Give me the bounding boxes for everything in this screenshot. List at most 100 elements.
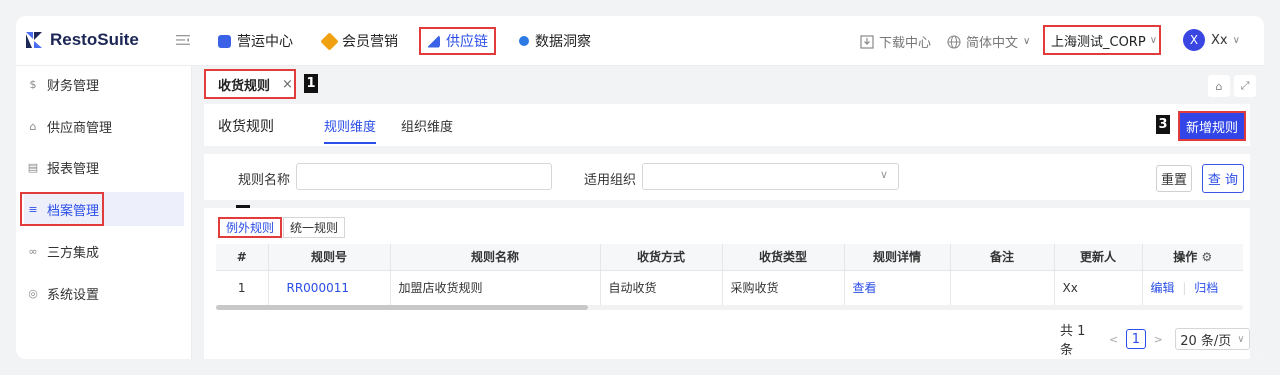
org-select[interactable]: 上海测试_CORP ∨ (1043, 25, 1161, 55)
cell-rule-name: 加盟店收货规则 (390, 270, 601, 305)
gear-icon[interactable]: ⚙ (1201, 250, 1212, 264)
query-button[interactable]: 查 询 (1202, 164, 1244, 193)
filter-bar: 规则名称 适用组织 ∨ 重置 查 询 (204, 154, 1250, 200)
sidebar-item-supplier[interactable]: ⌂ 供应商管理 (24, 109, 184, 143)
archive-link[interactable]: 归档 (1194, 281, 1218, 295)
tab-exception-rules[interactable]: 例外规则 (218, 217, 283, 238)
pagination: 共 1 条 < 1 > 20 条/页 ∨ (1060, 320, 1250, 358)
col-updater: 更新人 (1054, 244, 1143, 271)
chevron-down-icon: ∨ (1237, 333, 1245, 345)
chevron-down-icon: ∨ (879, 168, 888, 181)
nav-operations[interactable]: 营运中心 (218, 30, 293, 52)
col-method: 收货方式 (600, 244, 723, 271)
chevron-down-icon: ∨ (1232, 34, 1240, 46)
scrollbar-thumb[interactable] (216, 305, 588, 310)
user-menu[interactable]: X Xx ∨ (1183, 29, 1240, 51)
supply-chain-icon (427, 34, 440, 48)
download-center[interactable]: 下载中心 (860, 32, 931, 51)
top-nav: RestoSuite 营运中心 会员营销 供应链 数据洞察 下载中心 简体中文 … (16, 16, 1264, 66)
globe-icon (947, 34, 961, 49)
collapse-sidebar-icon[interactable] (176, 34, 190, 46)
close-icon[interactable]: × (282, 77, 293, 92)
download-center-label: 下载中心 (879, 36, 932, 51)
sidebar-item-report[interactable]: ▤ 报表管理 (24, 150, 184, 184)
cell-index: 1 (216, 270, 269, 305)
sidebar-item-label: 系统设置 (47, 287, 100, 303)
tab-org-dimension[interactable]: 组织维度 (401, 116, 453, 135)
reset-button[interactable]: 重置 (1156, 165, 1192, 192)
nav-data-insight[interactable]: 数据洞察 (519, 30, 591, 52)
rule-name-input[interactable] (296, 163, 552, 190)
table-header-row: # 规则号 规则名称 收货方式 收货类型 规则详情 备注 更新人 操作 ⚙ (216, 244, 1243, 271)
rule-no-link[interactable]: RR000011 (287, 281, 349, 295)
app-frame: RestoSuite 营运中心 会员营销 供应链 数据洞察 下载中心 简体中文 … (16, 16, 1264, 359)
user-name: Xx (1211, 32, 1228, 48)
sidebar-item-label: 报表管理 (47, 161, 100, 177)
tab-rule-dimension[interactable]: 规则维度 (324, 116, 377, 144)
brand-logo[interactable]: RestoSuite (24, 30, 139, 50)
sidebar-item-settings[interactable]: ◎ 系统设置 (24, 276, 184, 310)
col-remark: 备注 (950, 244, 1055, 271)
nav-supply-chain-label: 供应链 (446, 34, 488, 50)
cell-remark (950, 270, 1055, 305)
org-label: 上海测试_CORP (1051, 34, 1146, 50)
col-actions: 操作 ⚙ (1142, 244, 1243, 271)
nav-member-marketing[interactable]: 会员营销 (320, 30, 398, 52)
nav-supply-chain[interactable]: 供应链 (419, 27, 496, 55)
cell-type: 采购收货 (722, 270, 845, 305)
org-filter-label: 适用组织 (584, 173, 637, 188)
page-number-current[interactable]: 1 (1126, 329, 1146, 349)
action-divider: | (1182, 281, 1187, 296)
report-icon: ▤ (27, 160, 39, 174)
sidebar: $ 财务管理 ⌂ 供应商管理 ▤ 报表管理 ≡ 档案管理 ∞ 三方集成 ◎ 系统… (16, 66, 192, 359)
table-row: 1 RR000011 加盟店收货规则 自动收货 采购收货 查看 Xx 编辑 | … (216, 270, 1243, 305)
col-type: 收货类型 (722, 244, 845, 271)
page-tab-strip: 收货规则 × 1 ⌂ ⤢ (192, 66, 1264, 104)
horizontal-scrollbar[interactable] (216, 305, 1243, 310)
cell-updater: Xx (1054, 270, 1143, 305)
sidebar-item-archive[interactable]: ≡ 档案管理 (20, 192, 184, 226)
data-insight-icon (519, 36, 529, 46)
step-badge-1: 1 (304, 74, 318, 93)
page-size-label: 20 条/页 (1180, 333, 1232, 349)
cell-method: 自动收货 (600, 270, 723, 305)
page-tab-label: 收货规则 (218, 78, 271, 94)
sidebar-item-label: 供应商管理 (47, 120, 113, 136)
settings-icon: ◎ (28, 286, 38, 300)
col-rule-name: 规则名称 (390, 244, 601, 271)
fullscreen-icon[interactable]: ⤢ (1234, 75, 1256, 97)
add-rule-button[interactable]: 新增规则 (1178, 111, 1246, 141)
org-filter-select[interactable]: ∨ (642, 163, 899, 190)
brand-name: RestoSuite (50, 30, 139, 49)
cell-actions: 编辑 | 归档 (1142, 270, 1243, 305)
rules-table-card: 例外规则 统一规则 # 规则号 规则名称 收货方式 收货类型 规则详情 备注 更… (204, 208, 1250, 359)
rules-table: # 规则号 规则名称 收货方式 收货类型 规则详情 备注 更新人 操作 ⚙ 1 … (216, 244, 1243, 305)
tab-unified-rules[interactable]: 统一规则 (283, 217, 346, 238)
member-icon (320, 31, 339, 51)
chevron-down-icon: ∨ (1149, 34, 1158, 46)
page-size-select[interactable]: 20 条/页 ∨ (1174, 328, 1250, 350)
cell-rule-no: RR000011 (268, 270, 391, 305)
language-label: 简体中文 (966, 36, 1019, 51)
rule-name-label: 规则名称 (238, 173, 291, 188)
brand-logo-icon (26, 32, 42, 48)
page-title: 收货规则 (218, 119, 274, 135)
sidebar-item-label: 三方集成 (47, 245, 100, 261)
nav-member-label: 会员营销 (342, 34, 398, 50)
integration-icon: ∞ (28, 244, 38, 258)
home-icon[interactable]: ⌂ (1208, 75, 1230, 97)
download-icon (860, 34, 874, 49)
title-bar: 收货规则 规则维度 组织维度 3 新增规则 (204, 104, 1250, 146)
edit-link[interactable]: 编辑 (1151, 281, 1175, 295)
supplier-icon: ⌂ (29, 119, 37, 133)
operations-icon (218, 34, 231, 48)
sidebar-item-finance[interactable]: $ 财务管理 (24, 67, 184, 101)
view-detail-link[interactable]: 查看 (853, 281, 877, 295)
step-badge-3: 3 (1156, 115, 1170, 134)
next-page-icon[interactable]: > (1154, 333, 1163, 346)
page-tab-receiving-rules[interactable]: 收货规则 × (204, 69, 296, 99)
sidebar-item-integration[interactable]: ∞ 三方集成 (24, 234, 184, 268)
prev-page-icon[interactable]: < (1109, 333, 1118, 346)
chevron-down-icon: ∨ (1023, 36, 1031, 47)
language-select[interactable]: 简体中文 ∨ (947, 32, 1030, 51)
